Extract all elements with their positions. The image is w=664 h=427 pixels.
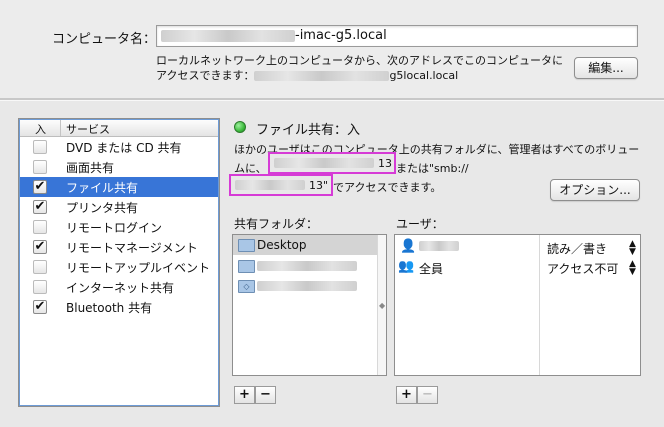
remove-folder-button[interactable]: − bbox=[255, 386, 276, 404]
column-divider bbox=[60, 120, 61, 136]
redacted-folder-name bbox=[257, 261, 357, 271]
service-row-file-sharing[interactable]: ✔ ファイル共有 bbox=[20, 177, 218, 197]
remove-user-button[interactable]: − bbox=[417, 386, 438, 404]
redacted-address bbox=[254, 71, 390, 81]
local-address-suffix: g5local.local bbox=[389, 69, 459, 82]
redacted-name bbox=[161, 29, 295, 42]
status-description-line3: でアクセスできます。 bbox=[333, 181, 442, 194]
service-label: ファイル共有 bbox=[66, 181, 139, 195]
service-label: 画面共有 bbox=[66, 161, 115, 175]
service-checkbox-screen-sharing[interactable] bbox=[33, 160, 47, 174]
public-folder-icon: ◇ bbox=[238, 280, 255, 293]
address-description-prefix: アクセスできます： bbox=[156, 69, 255, 82]
edit-button[interactable]: 編集... bbox=[574, 57, 638, 79]
shared-folder-row[interactable]: ◇ bbox=[233, 276, 377, 296]
service-row-remote-login[interactable]: リモートログイン bbox=[20, 217, 218, 237]
service-checkbox-bluetooth-sharing[interactable]: ✔ bbox=[33, 300, 47, 314]
shared-folder-row[interactable] bbox=[233, 256, 377, 276]
service-row-dvd[interactable]: DVD または CD 共有 bbox=[20, 137, 218, 157]
folder-icon bbox=[238, 239, 255, 252]
column-header-on[interactable]: 入 bbox=[35, 121, 46, 137]
address-description-line1: ローカルネットワーク上のコンピュータから、次のアドレスでこのコンピュータに bbox=[156, 54, 563, 67]
service-checkbox-dvd[interactable] bbox=[33, 140, 47, 154]
service-label: リモートマネージメント bbox=[66, 241, 198, 255]
service-row-remote-management[interactable]: ✔ リモートマネージメント bbox=[20, 237, 218, 257]
smb-address-suffix: 13" bbox=[309, 179, 329, 192]
shared-folders-header: 共有フォルダ： bbox=[234, 217, 319, 231]
sharing-status-title: ファイル共有：入 bbox=[256, 123, 361, 138]
redacted-user-name bbox=[419, 241, 459, 251]
shared-folder-name: Desktop bbox=[257, 238, 307, 252]
service-checkbox-remote-apple-events[interactable] bbox=[33, 260, 47, 274]
services-list[interactable]: 入 サービス DVD または CD 共有 画面共有 ✔ ファイル共有 ✔ プリン… bbox=[18, 118, 220, 407]
service-row-screen-sharing[interactable]: 画面共有 bbox=[20, 157, 218, 177]
folder-icon bbox=[238, 260, 255, 273]
permission-stepper-icon[interactable]: ▲ ▼ bbox=[629, 240, 636, 257]
service-row-printer-sharing[interactable]: ✔ プリンタ共有 bbox=[20, 197, 218, 217]
smb-address-highlight: 13" bbox=[229, 174, 333, 196]
scroll-indicator-icon: ◆ bbox=[379, 301, 386, 310]
service-checkbox-printer-sharing[interactable]: ✔ bbox=[33, 200, 47, 214]
service-checkbox-remote-login[interactable] bbox=[33, 220, 47, 234]
service-checkbox-file-sharing[interactable]: ✔ bbox=[33, 180, 47, 194]
services-list-header: 入 サービス bbox=[20, 120, 218, 137]
users-list[interactable]: 👤 読み／書き ▲ ▼ 👥 全員 アクセス不可 ▲ ▼ bbox=[394, 234, 641, 376]
shared-folder-row[interactable]: Desktop bbox=[233, 235, 377, 255]
status-indicator-icon bbox=[234, 121, 246, 133]
afp-address-suffix: 13 bbox=[378, 157, 392, 170]
permission-stepper-icon[interactable]: ▲ ▼ bbox=[629, 260, 636, 277]
service-label: Bluetooth 共有 bbox=[66, 301, 153, 315]
user-icon: 👤 bbox=[400, 239, 417, 254]
service-label: プリンタ共有 bbox=[66, 201, 139, 215]
smb-prefix-text: または"smb:// bbox=[396, 162, 469, 175]
address-description-line2: アクセスできます： g5local.local bbox=[156, 67, 458, 83]
service-label: リモートアップルイベント bbox=[66, 261, 211, 275]
service-row-internet-sharing[interactable]: インターネット共有 bbox=[20, 277, 218, 297]
service-checkbox-internet-sharing[interactable] bbox=[33, 280, 47, 294]
user-row[interactable]: 👥 全員 アクセス不可 ▲ ▼ bbox=[395, 257, 640, 277]
service-row-remote-apple-events[interactable]: リモートアップルイベント bbox=[20, 257, 218, 277]
computer-name-field[interactable]: -imac-g5.local bbox=[156, 25, 638, 47]
computer-name-suffix: -imac-g5.local bbox=[295, 28, 387, 43]
redacted-smb-address bbox=[235, 180, 305, 190]
service-label: リモートログイン bbox=[66, 221, 163, 235]
user-permission[interactable]: 読み／書き bbox=[547, 240, 607, 257]
user-row[interactable]: 👤 読み／書き ▲ ▼ bbox=[395, 237, 640, 257]
options-button[interactable]: オプション... bbox=[550, 179, 640, 201]
service-label: DVD または CD 共有 bbox=[66, 141, 182, 155]
shared-folders-list[interactable]: Desktop ◇ ◆ bbox=[232, 234, 387, 376]
add-folder-button[interactable]: + bbox=[234, 386, 255, 404]
redacted-folder-name bbox=[257, 281, 357, 291]
user-permission[interactable]: アクセス不可 bbox=[547, 260, 618, 277]
service-label: インターネット共有 bbox=[66, 281, 175, 295]
computer-name-label: コンピュータ名： bbox=[52, 32, 157, 47]
user-name: 全員 bbox=[419, 262, 444, 276]
service-row-bluetooth-sharing[interactable]: ✔ Bluetooth 共有 bbox=[20, 297, 218, 317]
afp-address-highlight: 13 bbox=[268, 152, 396, 174]
computer-name-section bbox=[0, 0, 664, 98]
group-icon: 👥 bbox=[398, 259, 414, 274]
service-checkbox-remote-management[interactable]: ✔ bbox=[33, 240, 47, 254]
shared-folders-scrollbar[interactable]: ◆ bbox=[377, 235, 386, 375]
section-divider bbox=[0, 98, 664, 101]
column-header-service[interactable]: サービス bbox=[66, 121, 110, 137]
redacted-afp-address bbox=[274, 158, 374, 168]
add-user-button[interactable]: + bbox=[396, 386, 417, 404]
users-header: ユーザ： bbox=[396, 217, 444, 231]
